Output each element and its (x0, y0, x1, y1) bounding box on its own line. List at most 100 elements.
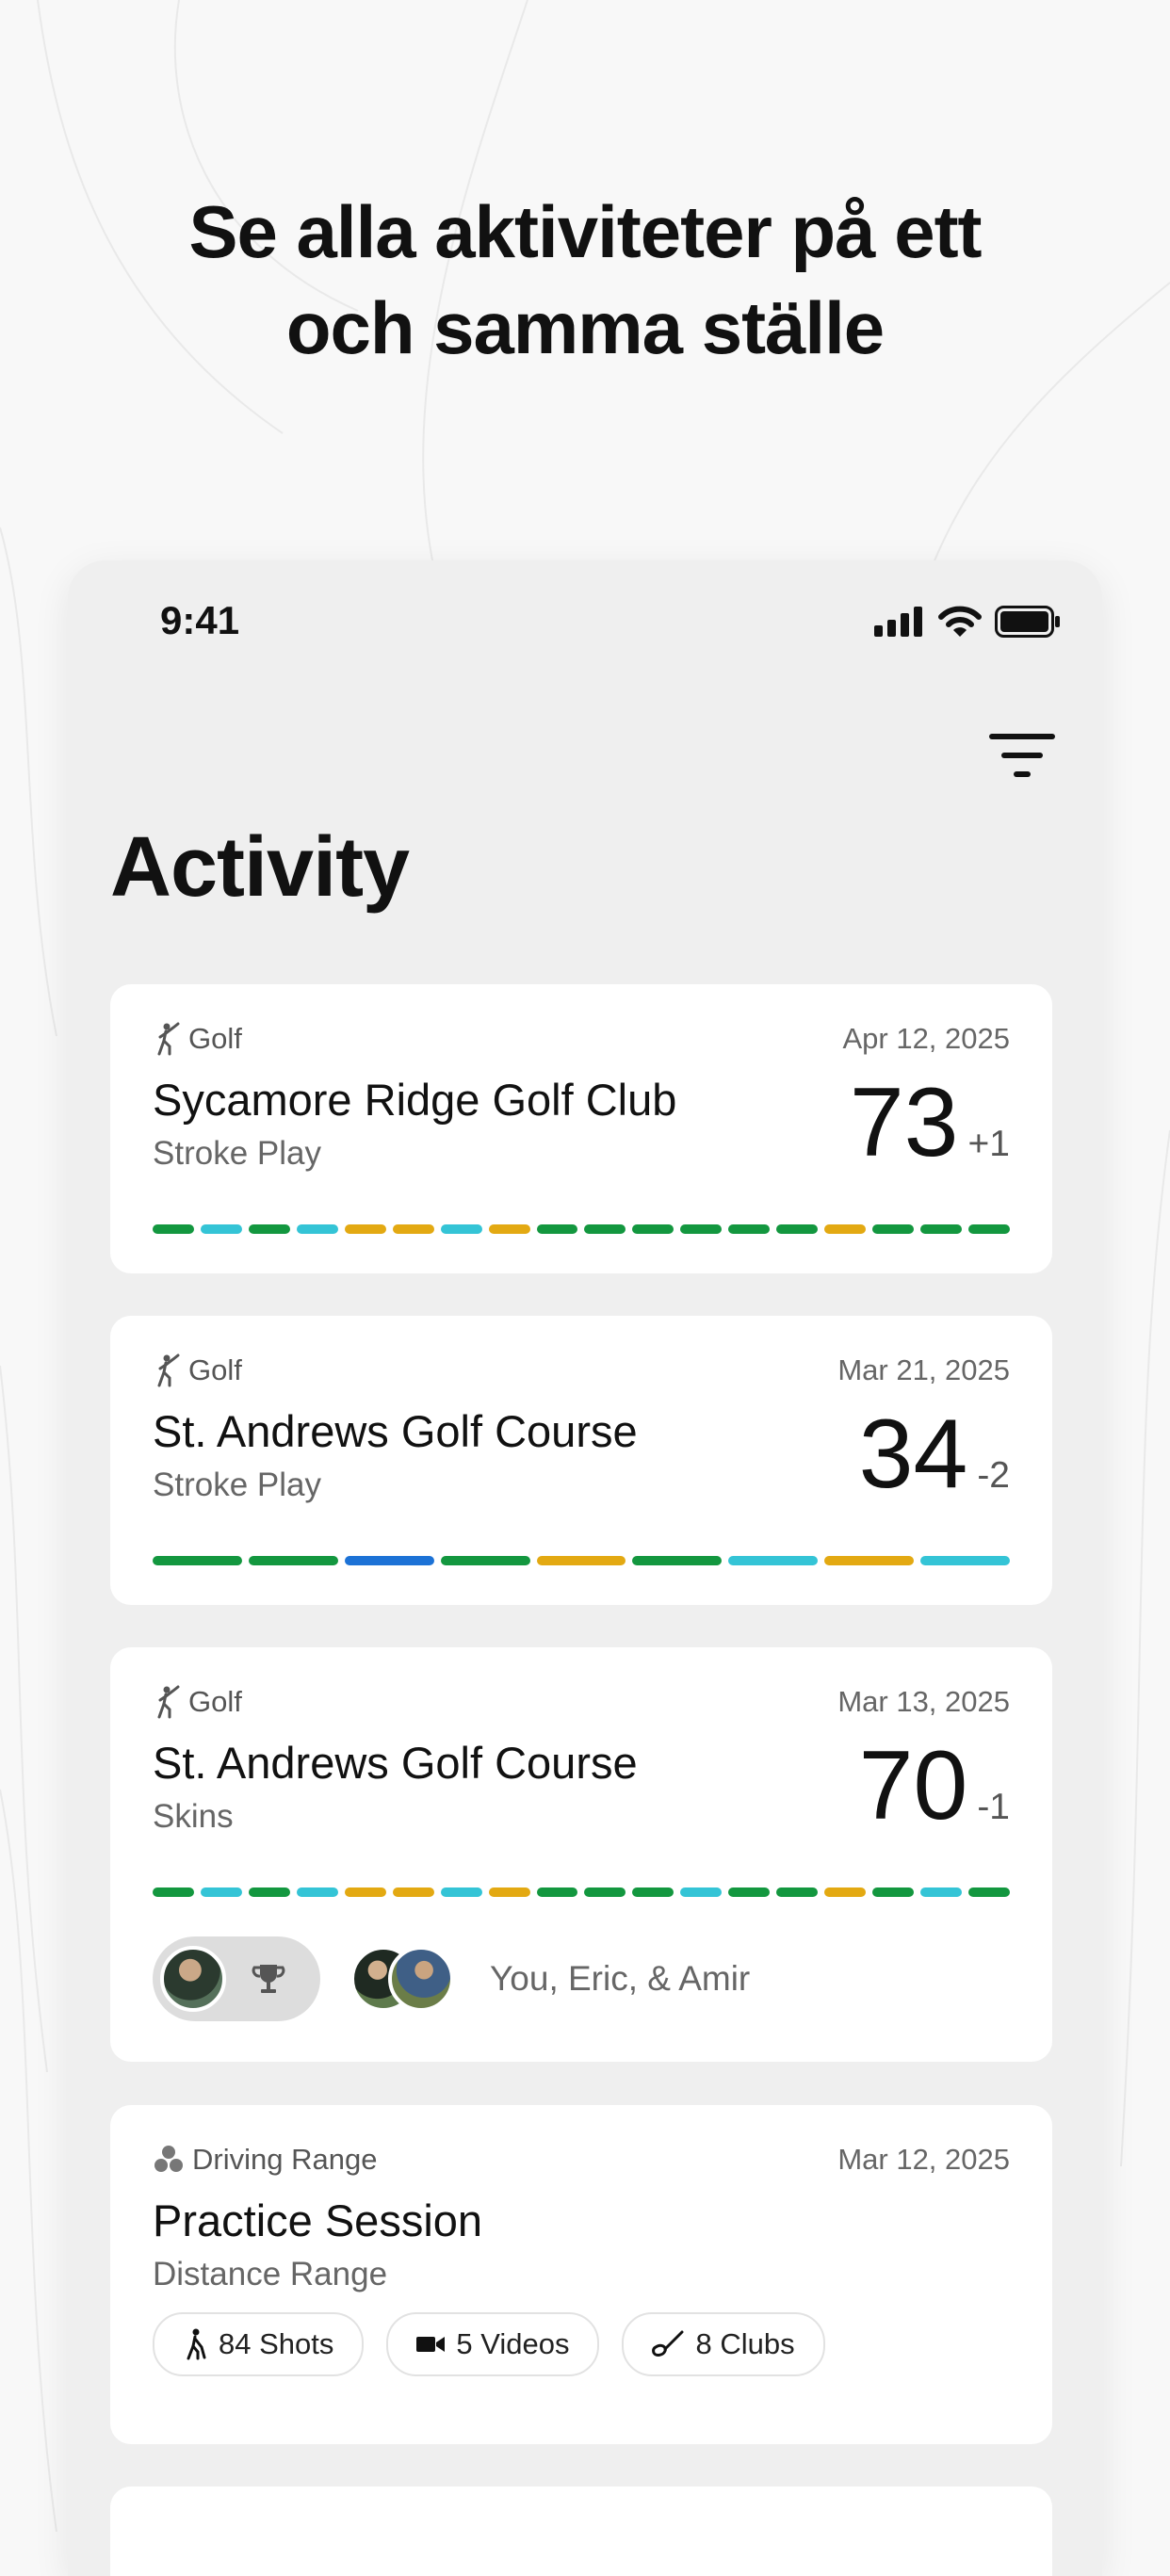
hole-segment (584, 1224, 626, 1234)
hole-segment (967, 1224, 1010, 1234)
winner-badge (153, 1936, 320, 2021)
headline-line-1: Se alla aktiviteter på ett (188, 190, 982, 273)
hole-segment (248, 1556, 338, 1565)
hole-segment (824, 1224, 867, 1234)
hole-segment (488, 1887, 530, 1897)
hole-segment (967, 1887, 1010, 1897)
cellular-signal-icon (874, 607, 922, 637)
activity-card[interactable]: Golf Mar 13, 2025 St. Andrews Golf Cours… (110, 1647, 1052, 2062)
card-header: Golf Apr 12, 2025 (153, 1022, 1010, 1060)
score-to-par: +1 (967, 1124, 1010, 1164)
sport-name: Golf (188, 1022, 242, 1055)
hole-segment (872, 1224, 914, 1234)
sport-label: Golf (153, 1685, 242, 1719)
sport-label: Driving Range (153, 2143, 377, 2177)
hole-segment (440, 1224, 482, 1234)
hole-segment (680, 1887, 723, 1897)
hole-segment (296, 1224, 338, 1234)
videos-label: 5 Videos (456, 2327, 570, 2360)
card-header: Golf Mar 21, 2025 (153, 1353, 1010, 1391)
players-names: You, Eric, & Amir (490, 1959, 751, 1998)
session-stats: 84 Shots 5 Videos 8 Clubs (153, 2312, 825, 2376)
trophy-icon (252, 1965, 285, 1993)
hole-results-bar (153, 1556, 1011, 1565)
course-name: Sycamore Ridge Golf Club (153, 1075, 677, 1125)
activity-date: Mar 13, 2025 (837, 1685, 1010, 1718)
marketing-headline: Se alla aktiviteter på ett och samma stä… (0, 184, 1170, 376)
golf-balls-icon (154, 2146, 183, 2172)
video-camera-icon (416, 2337, 446, 2352)
hole-segment (248, 1224, 290, 1234)
hole-segment (776, 1224, 819, 1234)
players-row[interactable]: You, Eric, & Amir (153, 1936, 750, 2021)
clubs-chip[interactable]: 8 Clubs (622, 2312, 825, 2376)
hole-segment (296, 1887, 338, 1897)
score: 73 +1 (850, 1074, 1010, 1172)
hole-segment (536, 1887, 578, 1897)
hole-segment (728, 1224, 771, 1234)
activity-card[interactable]: Golf Mar 21, 2025 St. Andrews Golf Cours… (110, 1316, 1052, 1605)
hole-results-bar (153, 1224, 1010, 1234)
status-bar: 9:41 (68, 560, 1102, 683)
hole-segment (153, 1224, 194, 1234)
score-total: 34 (858, 1400, 968, 1509)
golf-club-icon (652, 2330, 684, 2357)
player-avatar (388, 1946, 454, 2012)
hole-segment (776, 1887, 819, 1897)
score-total: 70 (858, 1731, 968, 1840)
sport-name: Driving Range (192, 2143, 378, 2176)
hole-results-bar (153, 1887, 1010, 1897)
hole-segment (632, 1556, 723, 1565)
hole-segment (728, 1556, 819, 1565)
clubs-label: 8 Clubs (695, 2327, 795, 2360)
videos-chip[interactable]: 5 Videos (386, 2312, 600, 2376)
session-name: Practice Session (153, 2195, 483, 2245)
hole-segment (153, 1887, 194, 1897)
activity-date: Mar 21, 2025 (837, 1353, 1010, 1386)
hole-segment (920, 1556, 1011, 1565)
hole-segment (680, 1224, 723, 1234)
battery-icon (995, 606, 1060, 638)
wifi-icon (938, 606, 982, 637)
game-mode: Skins (153, 1798, 234, 1835)
hole-segment (488, 1224, 530, 1234)
hole-segment (920, 1224, 962, 1234)
sport-name: Golf (188, 1685, 242, 1718)
activity-card[interactable]: Golf Apr 12, 2025 Sycamore Ridge Golf Cl… (110, 984, 1052, 1273)
score-to-par: -2 (977, 1455, 1010, 1496)
hole-segment (632, 1224, 674, 1234)
hole-segment (536, 1556, 626, 1565)
page-title: Activity (110, 820, 410, 915)
shots-chip[interactable]: 84 Shots (153, 2312, 365, 2376)
hole-segment (872, 1887, 914, 1897)
hole-segment (440, 1556, 530, 1565)
hole-segment (824, 1556, 915, 1565)
hole-segment (440, 1887, 482, 1897)
score-total: 73 (849, 1068, 959, 1177)
hole-segment (344, 1556, 434, 1565)
sport-name: Golf (188, 1353, 242, 1386)
hole-segment (392, 1887, 434, 1897)
hole-segment (584, 1887, 626, 1897)
hole-segment (536, 1224, 578, 1234)
card-header: Golf Mar 13, 2025 (153, 1685, 1010, 1723)
filter-icon[interactable] (989, 730, 1055, 786)
hole-segment (632, 1887, 674, 1897)
score-to-par: -1 (977, 1787, 1010, 1827)
hole-segment (392, 1224, 434, 1234)
sport-label: Golf (153, 1022, 242, 1056)
golfer-swing-icon (187, 2328, 206, 2360)
course-name: St. Andrews Golf Course (153, 1406, 638, 1456)
golfer-icon (157, 1685, 180, 1719)
score: 34 -2 (859, 1405, 1010, 1503)
activity-date: Apr 12, 2025 (842, 1022, 1010, 1055)
activity-card[interactable]: Driving Range Mar 12, 2025 Practice Sess… (110, 2105, 1052, 2444)
golfer-icon (157, 1353, 180, 1387)
hole-segment (248, 1887, 290, 1897)
phone-frame: 9:41 Activity Golf Apr 12, 2025 Sycamore… (68, 560, 1102, 2576)
activity-date: Mar 12, 2025 (837, 2143, 1010, 2176)
game-mode: Stroke Play (153, 1135, 321, 1172)
hole-segment (728, 1887, 771, 1897)
session-type: Distance Range (153, 2256, 388, 2292)
hole-segment (200, 1224, 242, 1234)
